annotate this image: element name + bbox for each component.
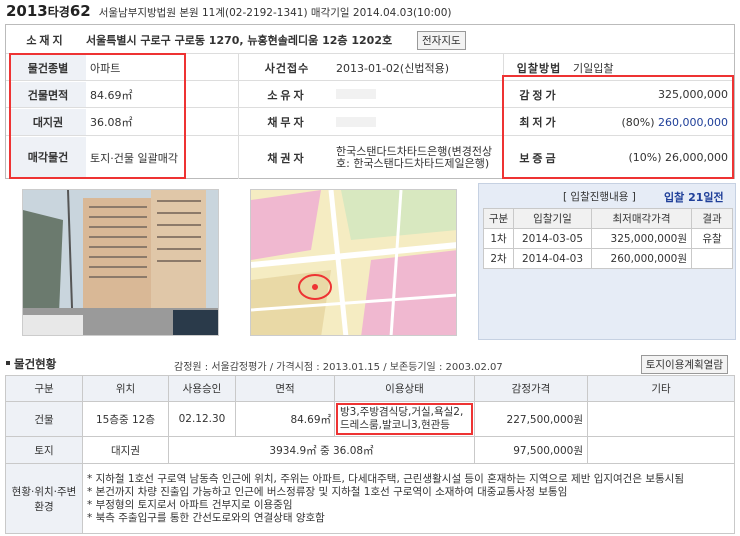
map-image <box>251 190 456 335</box>
address-label: 소재지 <box>26 33 66 47</box>
address-value: 서울특별시 구로구 구로동 1270, 뉴홍현솔레디움 12층 1202호 <box>86 33 393 47</box>
status-title: 물건현황 <box>14 357 57 371</box>
case-header: 2013타경62 서울남부지방법원 본원 11계(02-2192-1341) 매… <box>6 2 451 24</box>
divider <box>238 54 239 179</box>
status-row-land: 토지 대지권 3934.9㎡ 중 36.08㎡ 97,500,000원 <box>5 436 735 464</box>
bid-history-table: 구분 입찰기일 최저매각가격 결과 1차 2014-03-05 325,000,… <box>483 208 733 269</box>
bid-row: 1차 2014-03-05 325,000,000원 유찰 <box>483 228 733 249</box>
property-info-table: 소재지 서울특별시 구로구 구로동 1270, 뉴홍현솔레디움 12층 1202… <box>5 24 735 179</box>
status-meta: 감정원 : 서울감정평가 / 가격시점 : 2013.01.15 / 보존등기일… <box>174 362 503 373</box>
bid-row: 2차 2014-04-03 260,000,000원 <box>483 248 733 269</box>
receipt-value: 2013-01-02(신법적용) <box>336 61 449 75</box>
highlight-left <box>9 53 186 179</box>
owner-masked <box>336 89 376 99</box>
status-row-building: 건물 15층중 12층 02.12.30 84.69㎡ 방3,주방겸식당,거실,… <box>5 401 735 437</box>
location-map[interactable] <box>250 189 457 336</box>
debtor-masked <box>336 117 376 127</box>
usage-highlight: 방3,주방겸식당,거실,욕실2,드레스룸,발코니3,현관등 <box>336 403 473 435</box>
status-table-header: 구분 위치 사용승인 면적 이용상태 감정가격 기타 <box>5 375 735 402</box>
property-status-table: 구분 위치 사용승인 면적 이용상태 감정가격 기타 건물 15층중 12층 0… <box>5 375 735 534</box>
bid-table-header: 구분 입찰기일 최저매각가격 결과 <box>483 208 733 229</box>
status-row-environment: 현황·위치·주변환경 * 지하철 1호선 구로역 남동측 인근에 위치, 주위는… <box>5 463 735 534</box>
bid-days-left: 입찰 21일전 <box>664 191 724 204</box>
creditor-value: 한국스탠다드차타드은행(변경전상호: 한국스탠다드차타드제일은행) <box>336 144 493 170</box>
environment-notes: * 지하철 1호선 구로역 남동측 인근에 위치, 주위는 아파트, 다세대주택… <box>82 463 735 534</box>
debtor-label: 채무자 <box>267 116 307 129</box>
e-map-button[interactable]: 전자지도 <box>417 31 466 50</box>
building-photo-image <box>23 190 218 335</box>
case-number: 2013타경62 <box>6 2 91 20</box>
bullet-icon <box>6 361 10 365</box>
receipt-label: 사건접수 <box>264 61 310 75</box>
owner-label: 소유자 <box>267 88 307 102</box>
address-row: 소재지 서울특별시 구로구 구로동 1270, 뉴홍현솔레디움 12층 1202… <box>6 25 734 54</box>
court-info: 서울남부지방법원 본원 11계(02-2192-1341) 매각기일 2014.… <box>98 7 452 19</box>
status-section-header: 물건현황 감정원 : 서울감정평가 / 가격시점 : 2013.01.15 / … <box>6 355 736 374</box>
creditor-label: 채권자 <box>267 151 307 165</box>
bid-progress-panel: [ 입찰진행내용 ] 입찰 21일전 구분 입찰기일 최저매각가격 결과 1차 … <box>478 183 736 340</box>
land-use-plan-button[interactable]: 토지이용계획열람 <box>640 355 728 374</box>
highlight-right <box>502 75 734 179</box>
bid-panel-title: [ 입찰진행내용 ] <box>563 191 636 203</box>
property-photo[interactable] <box>22 189 219 336</box>
